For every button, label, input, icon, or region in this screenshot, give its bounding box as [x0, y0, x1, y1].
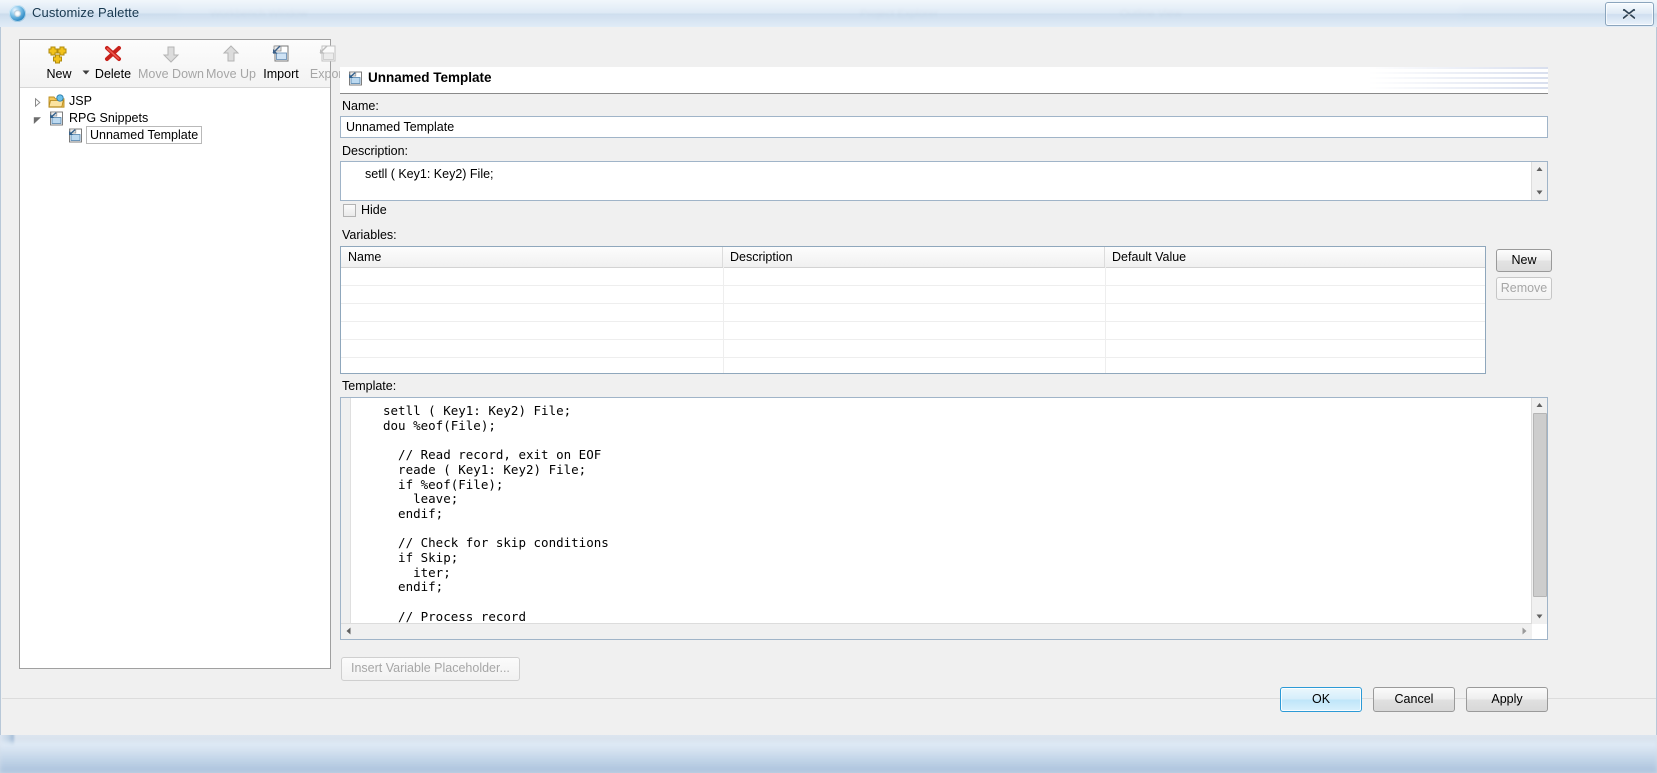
palette-icon: [9, 5, 26, 22]
column-header-description[interactable]: Description: [723, 247, 1105, 267]
table-row[interactable]: [341, 339, 1485, 358]
new-button[interactable]: New: [28, 42, 90, 86]
tree-item-rpg-snippets[interactable]: RPG Snippets: [20, 110, 330, 127]
variables-new-button[interactable]: New: [1496, 249, 1552, 272]
hide-checkbox[interactable]: [343, 204, 356, 217]
customize-palette-dialog: Customize Palette New Delete Move Down M…: [0, 0, 1657, 735]
table-row[interactable]: [341, 357, 1485, 373]
scrollbar-thumb[interactable]: [1533, 413, 1547, 597]
apply-button[interactable]: Apply: [1466, 687, 1548, 712]
table-row[interactable]: [341, 267, 1485, 286]
table-row[interactable]: [341, 303, 1485, 322]
column-header-name[interactable]: Name: [341, 247, 723, 267]
dialog-title: Customize Palette: [32, 5, 140, 20]
tree-item-label: JSP: [69, 94, 92, 108]
template-details-pane: Unnamed Template Name: Unnamed Template …: [340, 39, 1640, 681]
variables-table[interactable]: Name Description Default Value: [340, 246, 1486, 374]
scroll-up-icon[interactable]: [1532, 398, 1547, 413]
template-code[interactable]: setll ( Key1: Key2) File; dou %eof(File)…: [383, 403, 609, 639]
move-up-button-label: Move Up: [205, 67, 257, 81]
template-vertical-scrollbar[interactable]: [1531, 398, 1547, 624]
scroll-right-icon[interactable]: [1517, 624, 1532, 638]
delete-icon: [82, 44, 144, 66]
column-header-default-value[interactable]: Default Value: [1105, 247, 1485, 267]
scroll-up-icon[interactable]: [1532, 162, 1547, 177]
tree-item-label: RPG Snippets: [69, 111, 149, 125]
template-editor[interactable]: setll ( Key1: Key2) File; dou %eof(File)…: [340, 397, 1548, 640]
import-button[interactable]: Import: [256, 42, 306, 86]
import-icon: [256, 44, 306, 66]
page-title: Unnamed Template: [368, 70, 492, 85]
name-input[interactable]: Unnamed Template: [340, 116, 1548, 138]
description-label: Description:: [342, 144, 408, 158]
collapse-arrow-icon[interactable]: [32, 113, 43, 124]
insert-variable-placeholder-button: Insert Variable Placeholder...: [341, 657, 520, 681]
snippet-icon: [48, 111, 64, 126]
delete-button-label: Delete: [94, 67, 132, 81]
template-horizontal-scrollbar[interactable]: [341, 623, 1532, 639]
tree-item-label: Unnamed Template: [86, 126, 203, 144]
tree-item-unnamed-template[interactable]: Unnamed Template: [20, 126, 330, 144]
table-row[interactable]: [341, 321, 1485, 340]
editor-gutter: [341, 398, 351, 639]
cancel-button[interactable]: Cancel: [1373, 687, 1455, 712]
arrow-up-icon: [202, 44, 260, 66]
template-label: Template:: [342, 379, 397, 393]
close-icon[interactable]: [1605, 2, 1654, 26]
move-down-button: Move Down: [138, 42, 204, 86]
expand-arrow-icon[interactable]: [32, 96, 43, 108]
name-label: Name:: [342, 99, 379, 113]
tree-item-jsp[interactable]: JSP: [20, 93, 330, 110]
scroll-down-icon[interactable]: [1532, 609, 1547, 624]
form-header-stripes: [1368, 67, 1548, 92]
move-up-button: Move Up: [202, 42, 260, 86]
folder-icon: [48, 94, 65, 109]
variables-table-header: Name Description Default Value: [341, 247, 1485, 268]
table-row[interactable]: [341, 285, 1485, 304]
description-input[interactable]: setll ( Key1: Key2) File;: [340, 161, 1548, 201]
description-scrollbar[interactable]: [1531, 162, 1547, 200]
scroll-left-icon[interactable]: [341, 624, 356, 638]
background-taskbar: [0, 742, 1657, 773]
new-icon: [28, 44, 90, 66]
ok-button[interactable]: OK: [1280, 687, 1362, 712]
dialog-titlebar: Customize Palette: [0, 0, 1657, 28]
palette-entries-panel: New Delete Move Down Move Up Import Expo…: [19, 39, 346, 669]
move-down-button-label: Move Down: [138, 67, 204, 81]
template-icon: [347, 71, 364, 90]
palette-tree[interactable]: JSP RPG Snippets Unnamed Template: [20, 89, 330, 667]
variables-remove-button: Remove: [1496, 277, 1552, 300]
description-value: setll ( Key1: Key2) File;: [365, 167, 494, 181]
scroll-down-icon[interactable]: [1532, 185, 1547, 200]
arrow-down-icon: [138, 44, 204, 66]
form-header: Unnamed Template: [340, 67, 1548, 94]
palette-toolbar: New Delete Move Down Move Up Import Expo…: [20, 40, 346, 88]
delete-button[interactable]: Delete: [82, 42, 144, 86]
dialog-body: New Delete Move Down Move Up Import Expo…: [0, 27, 1657, 735]
variables-label: Variables:: [342, 228, 397, 242]
template-icon: [67, 128, 83, 143]
import-button-label: Import: [263, 67, 299, 81]
hide-label: Hide: [361, 203, 387, 217]
